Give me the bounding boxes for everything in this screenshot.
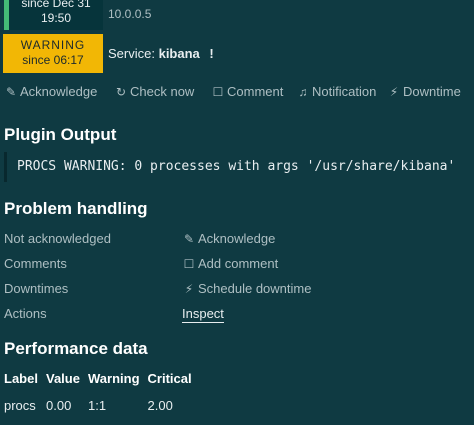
refresh-icon: ↻ — [115, 85, 127, 99]
comment-icon: ☐ — [212, 85, 224, 99]
edit-icon: ✎ — [183, 232, 195, 246]
performance-data-table: Label Value Warning Critical procs 0.00 … — [0, 369, 200, 419]
service-state-badge: WARNING since 06:17 — [3, 34, 103, 73]
service-state-since: since 06:17 — [22, 53, 84, 67]
column-header-label: Label — [4, 371, 38, 386]
plugin-output-heading: Plugin Output — [4, 125, 117, 144]
host-state-badge: since Dec 31 19:50 — [4, 0, 103, 30]
table-header-row: Label Value Warning Critical — [0, 369, 200, 392]
host-address: 10.0.0.5 — [108, 7, 152, 21]
comment-icon: ☐ — [183, 257, 195, 271]
add-comment-link[interactable]: ☐ Add comment — [182, 256, 279, 271]
comments-label: Comments — [4, 256, 67, 271]
service-name[interactable]: kibana — [159, 46, 200, 61]
ack-status-label: Not acknowledged — [4, 231, 111, 246]
host-state-since: since Dec 31 — [21, 0, 91, 10]
inspect-action: Inspect — [182, 306, 224, 323]
acknowledge-button[interactable]: ✎ Acknowledge — [4, 84, 97, 99]
quick-actions-bar: ✎ Acknowledge ↻ Check now ☐ Comment ♫ Notifi… — [0, 84, 474, 104]
plug-icon: ⚡ — [184, 282, 194, 296]
column-header-warning: Warning — [88, 371, 140, 386]
perf-value-cell: 0.00 — [46, 398, 72, 413]
performance-data-heading: Performance data — [4, 339, 148, 358]
plugin-output-text: PROCS WARNING: 0 processes with args '/u… — [4, 152, 474, 182]
column-header-critical: Critical — [147, 371, 192, 386]
table-row: procs 0.00 1:1 2.00 — [0, 392, 200, 419]
check-now-button[interactable]: ↻ Check now — [114, 84, 194, 99]
inspect-link[interactable]: Inspect — [182, 306, 224, 323]
problem-handling-heading: Problem handling — [4, 199, 148, 218]
downtime-button[interactable]: ⚡ Downtime — [387, 84, 461, 99]
schedule-downtime-link[interactable]: ⚡ Schedule downtime — [182, 281, 312, 296]
acknowledge-link[interactable]: ✎ Acknowledge — [182, 231, 275, 246]
comment-button[interactable]: ☐ Comment — [211, 84, 284, 99]
plug-icon: ⚡ — [389, 85, 399, 99]
perf-label-cell: procs — [4, 398, 36, 413]
bell-icon: ♫ — [298, 85, 308, 99]
notification-button[interactable]: ♫ Notification — [296, 84, 377, 99]
service-title: Service: kibana ! — [108, 46, 214, 61]
service-prefix: Service: — [108, 46, 155, 61]
host-state-time: 19:50 — [40, 11, 72, 25]
perf-critical-cell: 2.00 — [147, 398, 173, 413]
edit-icon: ✎ — [5, 85, 17, 99]
column-header-value: Value — [46, 371, 80, 386]
service-state-label: WARNING — [20, 38, 86, 52]
actions-label: Actions — [4, 306, 47, 321]
downtimes-label: Downtimes — [4, 281, 69, 296]
perf-warning-cell: 1:1 — [88, 398, 107, 413]
flapping-flag-icon: ! — [209, 46, 214, 61]
